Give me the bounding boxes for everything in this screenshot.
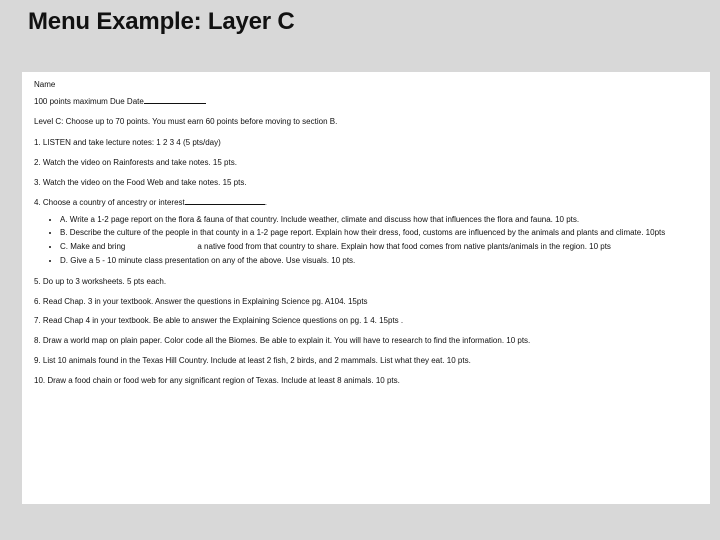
points-due-text: 100 points maximum Due Date [34,97,144,106]
level-instructions: Level C: Choose up to 70 points. You mus… [34,117,698,128]
points-due-line: 100 points maximum Due Date [34,97,698,108]
item-10: 10. Draw a food chain or food web for an… [34,376,698,387]
sub-c-after: a native food from that country to share… [197,242,611,251]
item-7: 7. Read Chap 4 in your textbook. Be able… [34,316,698,327]
item-5: 5. Do up to 3 worksheets. 5 pts each. [34,277,698,288]
item-2: 2. Watch the video on Rainforests and ta… [34,158,698,169]
sub-c-before: C. Make and bring [60,242,125,251]
page-title: Menu Example: Layer C [28,8,295,36]
item-4-suffix: . [265,198,267,207]
item-1: 1. LISTEN and take lecture notes: 1 2 3 … [34,138,698,149]
due-date-blank [144,97,206,104]
item-9: 9. List 10 animals found in the Texas Hi… [34,356,698,367]
item-4-sublist: A. Write a 1-2 page report on the flora … [60,215,698,267]
sub-d: D. Give a 5 - 10 minute class presentati… [60,256,698,267]
sub-b: B. Describe the culture of the people in… [60,228,698,239]
country-blank [185,198,265,205]
item-6: 6. Read Chap. 3 in your textbook. Answer… [34,297,698,308]
name-label: Name [34,80,55,89]
document-body: Name 100 points maximum Due Date Level C… [22,72,710,504]
slide: Menu Example: Layer C Name 100 points ma… [0,0,720,540]
sub-c: C. Make and bring a native food from that… [60,242,698,253]
item-4-prefix: 4. Choose a country of ancestry or inter… [34,198,185,207]
item-8: 8. Draw a world map on plain paper. Colo… [34,336,698,347]
item-3: 3. Watch the video on the Food Web and t… [34,178,698,189]
item-4: 4. Choose a country of ancestry or inter… [34,198,698,209]
name-line: Name [34,80,698,91]
sub-a: A. Write a 1-2 page report on the flora … [60,215,698,226]
